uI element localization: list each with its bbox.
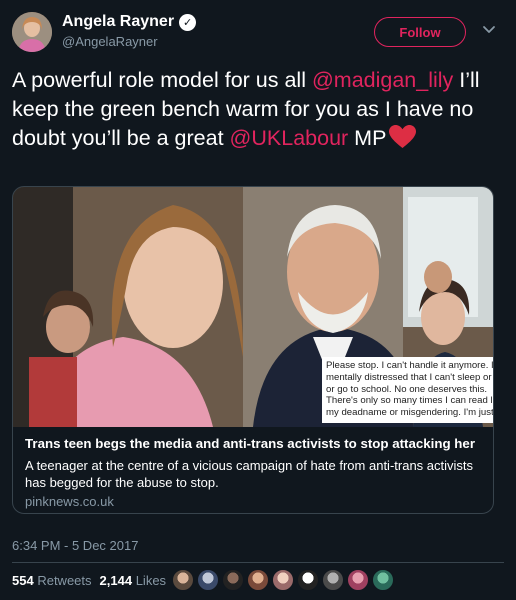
divider xyxy=(12,562,504,563)
tweet-header: Angela Rayner ✓ @AngelaRayner Follow xyxy=(12,12,504,56)
avatar-image xyxy=(12,12,52,52)
overlay-line: or go to school. No one deserves this. xyxy=(326,383,488,395)
user-info: Angela Rayner ✓ @AngelaRayner xyxy=(62,13,197,49)
retweets-stat[interactable]: 554 Retweets xyxy=(12,573,92,588)
card-body: Trans teen begs the media and anti-trans… xyxy=(25,435,485,509)
liker-avatars xyxy=(172,569,397,591)
retweets-count: 554 xyxy=(12,573,34,588)
heart-emoji-icon xyxy=(389,125,417,148)
mention-link[interactable]: @UKLabour xyxy=(230,126,349,150)
display-name[interactable]: Angela Rayner xyxy=(62,13,174,31)
liker-avatar[interactable] xyxy=(297,569,319,591)
verified-badge-icon: ✓ xyxy=(179,13,197,31)
tweet-text-part: MP xyxy=(348,126,387,150)
retweets-label: Retweets xyxy=(37,573,92,588)
liker-avatar[interactable] xyxy=(322,569,344,591)
follow-button[interactable]: Follow xyxy=(374,17,466,47)
chevron-down-icon[interactable] xyxy=(480,20,498,38)
user-handle[interactable]: @AngelaRayner xyxy=(62,34,196,49)
liker-avatar[interactable] xyxy=(197,569,219,591)
overlay-line: my deadname or misgendering. I'm just xyxy=(326,407,493,419)
overlay-line: Please stop. I can't handle it anymore. … xyxy=(326,360,493,371)
tweet-text: A powerful role model for us all @madiga… xyxy=(12,66,502,153)
tweet-stats: 554 Retweets 2,144 Likes xyxy=(12,573,166,588)
card-domain: pinknews.co.uk xyxy=(25,494,114,509)
avatar[interactable] xyxy=(12,12,52,52)
overlay-line: There's only so many times I can read li… xyxy=(326,395,493,407)
liker-avatar[interactable] xyxy=(247,569,269,591)
liker-avatar[interactable] xyxy=(272,569,294,591)
card-title[interactable]: Trans teen begs the media and anti-trans… xyxy=(25,435,485,452)
tweet-text-part: A powerful role model for us all xyxy=(12,68,312,92)
tweet-timestamp[interactable]: 6:34 PM - 5 Dec 2017 xyxy=(12,538,138,553)
likes-label: Likes xyxy=(135,573,167,588)
link-card[interactable]: Please stop. I can't handle it anymore. … xyxy=(12,186,494,514)
name-row: Angela Rayner ✓ xyxy=(62,13,197,31)
liker-avatar[interactable] xyxy=(172,569,194,591)
liker-avatar[interactable] xyxy=(372,569,394,591)
likes-stat[interactable]: 2,144 Likes xyxy=(100,573,167,588)
card-image[interactable]: Please stop. I can't handle it anymore. … xyxy=(13,187,493,427)
quote-overlay: Please stop. I can't handle it anymore. … xyxy=(322,357,493,423)
card-description: A teenager at the centre of a vicious ca… xyxy=(25,458,474,490)
mention-link[interactable]: @madigan_lily xyxy=(312,68,453,92)
likes-count: 2,144 xyxy=(99,573,133,588)
overlay-line: mentally distressed that I can't sleep o… xyxy=(326,371,493,383)
liker-avatar[interactable] xyxy=(347,569,369,591)
liker-avatar[interactable] xyxy=(222,569,244,591)
